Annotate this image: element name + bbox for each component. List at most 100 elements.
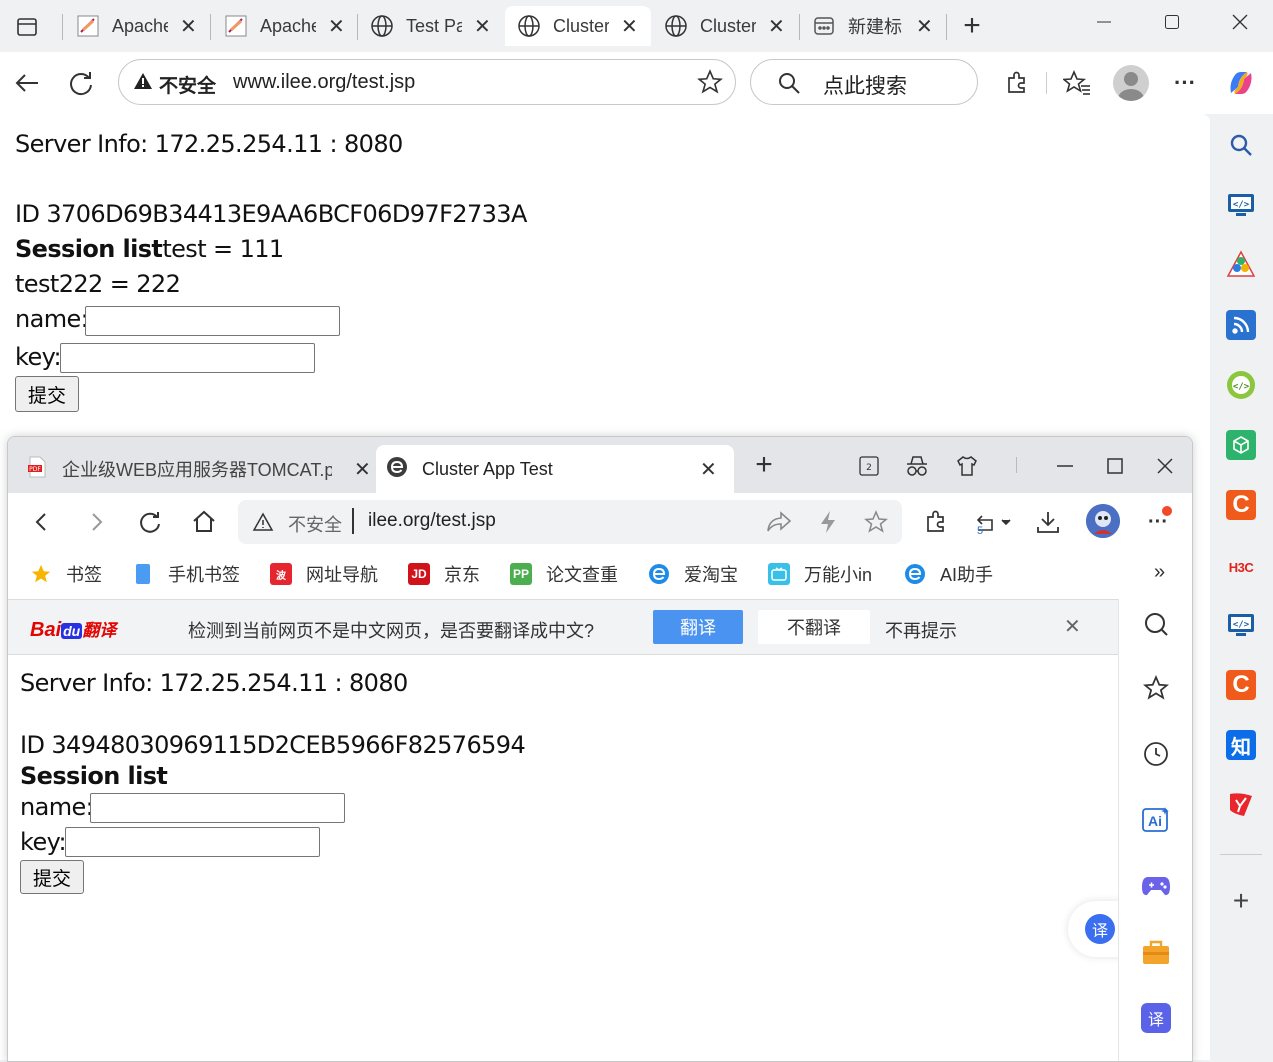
lightning-icon[interactable] — [818, 510, 838, 539]
download-icon[interactable] — [1034, 508, 1062, 536]
translate-icon[interactable]: 译 — [1141, 1003, 1171, 1033]
toolbox-icon[interactable] — [1141, 937, 1171, 967]
address-bar[interactable]: 不安全 www.ilee.org/test.jsp — [118, 59, 736, 105]
name-input[interactable] — [85, 306, 340, 336]
csdn-c-icon[interactable]: C — [1226, 490, 1256, 520]
share-icon[interactable] — [766, 510, 792, 539]
browser360-tab-pdf[interactable]: PDF 企业级WEB应用服务器TOMCAT.p ✕ — [18, 445, 380, 493]
game-controller-icon[interactable] — [1141, 871, 1171, 901]
ai-label: Ai — [1148, 813, 1162, 829]
incognito-icon[interactable] — [904, 453, 930, 479]
csdn-c-icon[interactable]: C — [1226, 670, 1256, 700]
star-icon[interactable] — [1141, 673, 1171, 703]
search-icon[interactable] — [1226, 130, 1256, 160]
security-warning-text[interactable]: 不安全 — [288, 511, 342, 537]
dev-tools-icon[interactable]: </> — [1226, 190, 1256, 220]
refresh-button[interactable] — [66, 68, 96, 98]
copilot-icon[interactable] — [1224, 66, 1258, 100]
edge-tab-3[interactable]: Test Pa ✕ — [358, 6, 504, 46]
warning-icon[interactable] — [133, 71, 153, 96]
bookmark-item[interactable]: 波网址导航 — [270, 561, 378, 587]
name-input[interactable] — [90, 793, 345, 823]
translate-button[interactable]: 翻译 — [653, 610, 743, 644]
back-button[interactable] — [12, 68, 42, 98]
edge-tab-2[interactable]: Apache ✕ — [212, 6, 358, 46]
minimize-button[interactable] — [1052, 453, 1078, 479]
search-icon[interactable] — [1141, 609, 1171, 639]
extensions-icon[interactable] — [1002, 68, 1032, 98]
refresh-button[interactable] — [136, 508, 164, 536]
bookmark-item[interactable]: 手机书签 — [132, 561, 240, 587]
close-icon[interactable]: ✕ — [354, 457, 371, 482]
url-text[interactable]: ilee.org/test.jsp — [368, 510, 496, 532]
close-icon[interactable]: ✕ — [474, 14, 491, 39]
maximize-button[interactable] — [1102, 453, 1128, 479]
submit-button[interactable]: 提交 — [15, 376, 79, 412]
profile-avatar[interactable] — [1113, 65, 1149, 101]
submit-button[interactable]: 提交 — [20, 860, 84, 894]
h3c-icon[interactable]: H3C — [1226, 552, 1256, 582]
close-icon[interactable]: ✕ — [700, 457, 717, 482]
home-button[interactable] — [190, 508, 218, 536]
maximize-button[interactable] — [1158, 8, 1186, 36]
bookmark-item[interactable]: 爱淘宝 — [648, 561, 738, 587]
favorite-star-icon[interactable] — [864, 510, 888, 539]
browser360-tab-active[interactable]: Cluster App Test ✕ — [376, 445, 734, 493]
zhihu-icon[interactable]: 知 — [1226, 730, 1256, 760]
code-green-icon[interactable]: </> — [1226, 370, 1256, 400]
rss-icon[interactable] — [1226, 310, 1256, 340]
close-icon[interactable]: ✕ — [768, 14, 785, 39]
favorite-star-icon[interactable] — [697, 69, 723, 100]
new-tab-button[interactable]: + — [958, 9, 986, 42]
edge-tab-6[interactable]: 新建标 ✕ — [800, 6, 946, 46]
tab-actions-icon[interactable] — [14, 14, 40, 40]
skin-shirt-icon[interactable] — [954, 453, 980, 479]
cube-icon[interactable] — [1226, 430, 1256, 460]
never-show-link[interactable]: 不再提示 — [885, 617, 957, 643]
search-box[interactable]: 点此搜索 — [750, 59, 978, 105]
session-item: test222 = 222 — [15, 270, 181, 298]
youdao-icon[interactable] — [1226, 790, 1256, 820]
tab-count-icon[interactable]: 2 — [856, 453, 882, 479]
forward-button[interactable] — [82, 508, 110, 536]
bookmark-item[interactable]: PP 论文查重 — [510, 561, 618, 587]
undo-closed-tab-icon[interactable]: 5 — [972, 508, 1012, 538]
key-input[interactable] — [60, 343, 315, 373]
key-input[interactable] — [65, 827, 320, 857]
edge-tab-bar: Apache ✕ Apache ✕ Test Pa ✕ Cluster ✕ Cl… — [0, 0, 1273, 52]
user-avatar[interactable] — [1086, 504, 1120, 538]
close-icon[interactable]: ✕ — [621, 14, 638, 39]
more-menu-icon[interactable]: ··· — [1170, 68, 1200, 98]
minimize-button[interactable] — [1090, 8, 1118, 36]
close-icon[interactable]: ✕ — [328, 14, 345, 39]
address-bar[interactable]: 不安全 ilee.org/test.jsp — [238, 500, 902, 544]
new-tab-button[interactable]: + — [750, 448, 778, 481]
bookmark-item[interactable]: 万能小in — [768, 561, 872, 587]
back-button[interactable] — [28, 508, 56, 536]
more-menu-icon[interactable]: ··· — [1144, 506, 1172, 536]
extensions-icon[interactable] — [922, 508, 950, 536]
favorites-icon[interactable] — [1062, 68, 1092, 98]
tools-triangle-icon[interactable] — [1226, 250, 1256, 280]
close-window-button[interactable] — [1152, 453, 1178, 479]
edge-tab-1[interactable]: Apache ✕ — [64, 6, 210, 46]
history-clock-icon[interactable] — [1141, 739, 1171, 769]
ai-assistant-icon[interactable]: Ai — [1141, 805, 1171, 835]
add-sidebar-app-button[interactable]: + — [1226, 885, 1256, 916]
close-icon[interactable]: ✕ — [180, 14, 197, 39]
edge-tab-5[interactable]: Cluster ✕ — [652, 6, 798, 46]
bookmark-item[interactable]: 书签 — [30, 561, 102, 587]
warning-icon[interactable] — [252, 512, 274, 537]
dev-tools-icon[interactable]: </> — [1226, 610, 1256, 640]
close-window-button[interactable] — [1226, 8, 1254, 36]
bookmark-item[interactable]: AI助手 — [904, 561, 993, 587]
bookmark-item[interactable]: JD 京东 — [408, 561, 480, 587]
close-icon[interactable]: ✕ — [916, 14, 933, 39]
no-translate-button[interactable]: 不翻译 — [758, 610, 870, 644]
url-text[interactable]: www.ilee.org/test.jsp — [233, 71, 415, 94]
translate-message: 检测到当前网页不是中文网页，是否要翻译成中文? — [188, 621, 595, 641]
close-icon[interactable]: ✕ — [1064, 614, 1081, 639]
security-warning-text[interactable]: 不安全 — [159, 71, 216, 98]
more-bookmarks-button[interactable]: » — [1154, 561, 1165, 584]
edge-tab-4-active[interactable]: Cluster ✕ — [505, 6, 651, 46]
